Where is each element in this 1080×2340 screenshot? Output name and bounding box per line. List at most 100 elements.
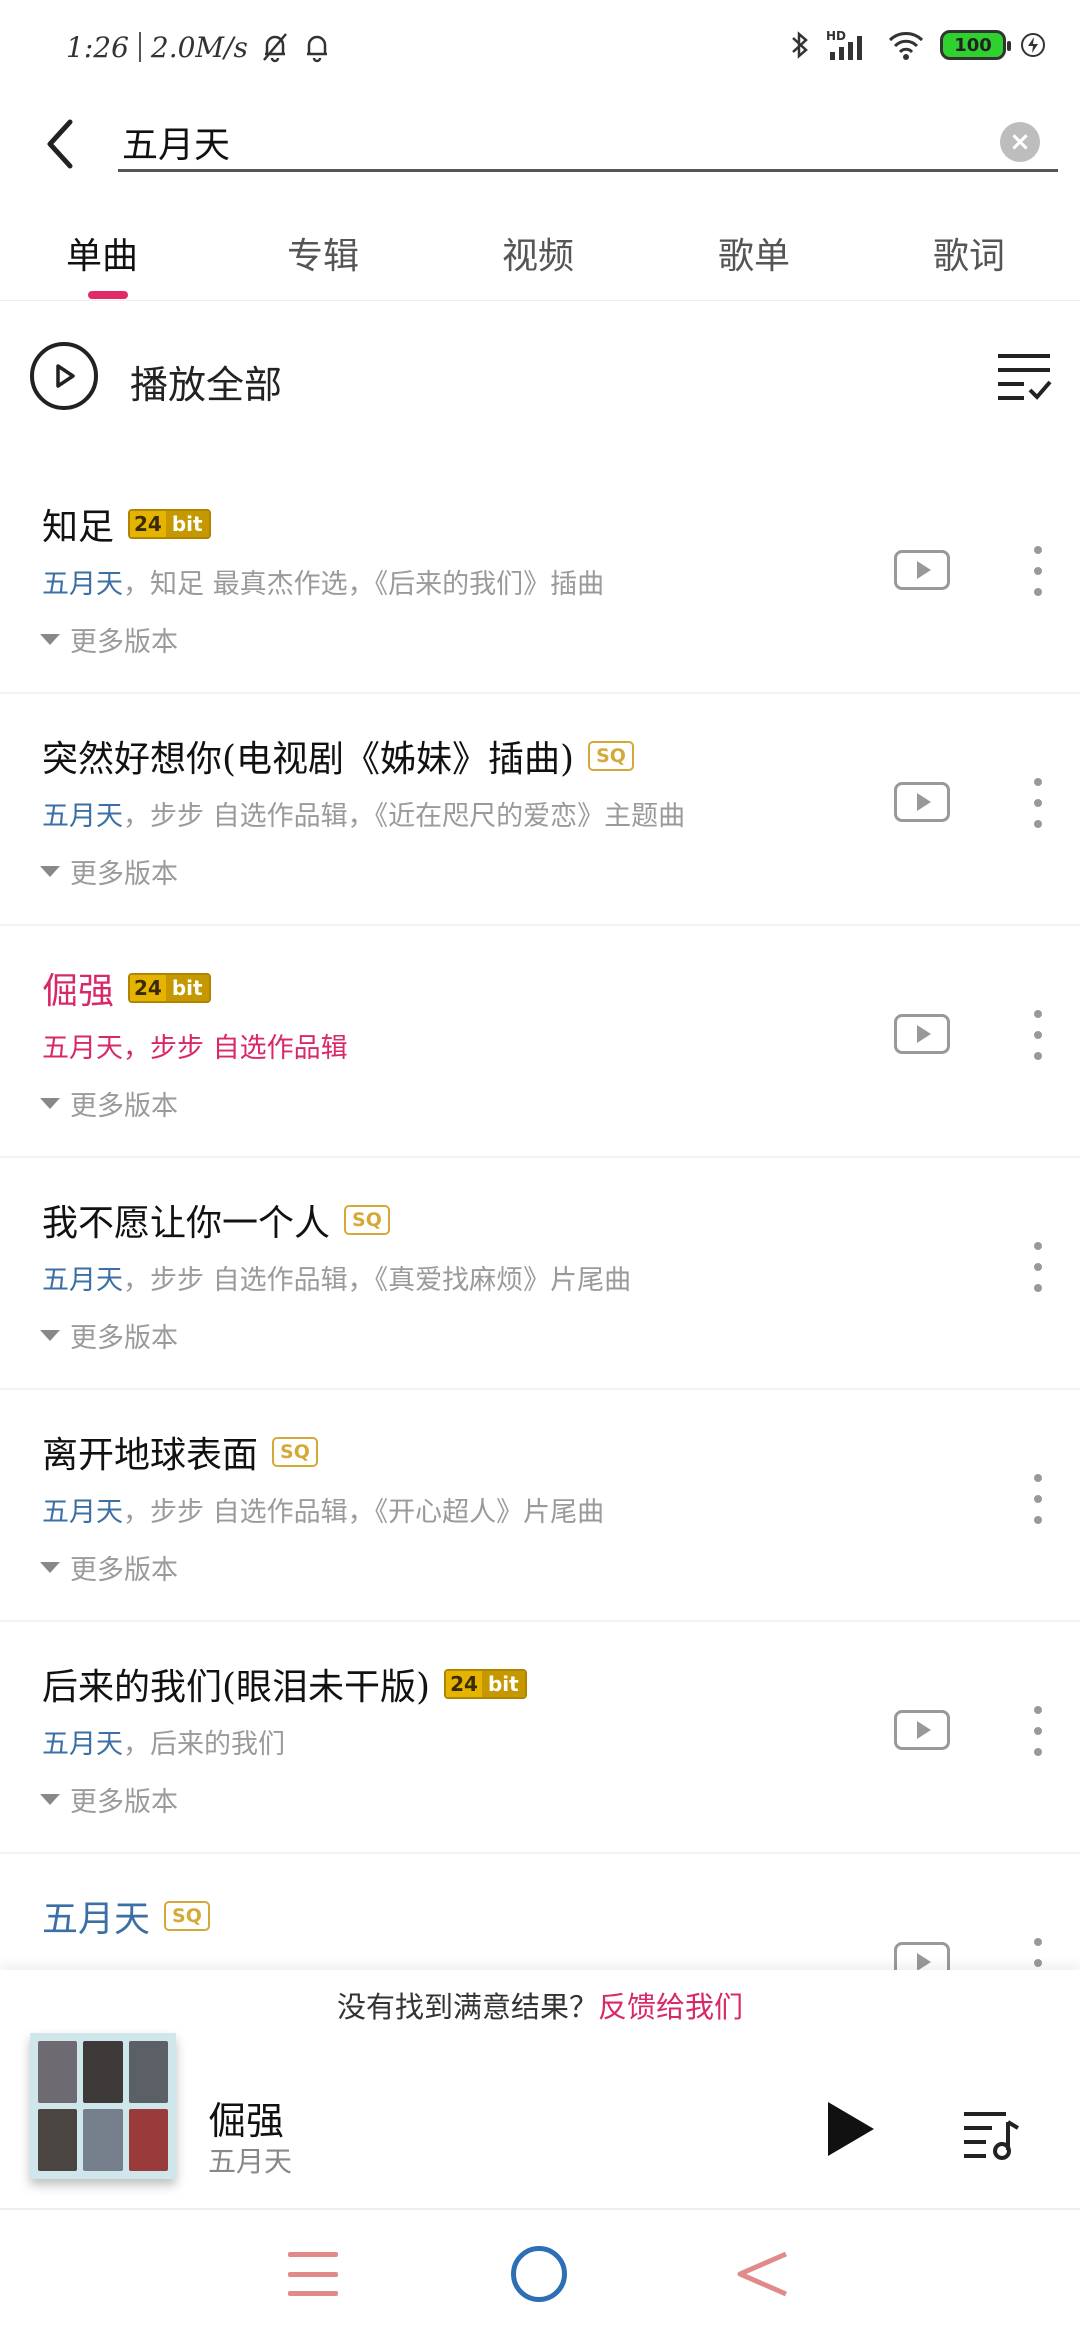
mv-video-icon[interactable] bbox=[894, 1710, 950, 1750]
play-triangle-icon bbox=[56, 364, 75, 388]
play-icon[interactable] bbox=[828, 2102, 874, 2156]
battery-icon: 100 bbox=[940, 30, 1011, 60]
song-detail: ，步步 自选作品辑，《近在咫尺的爱恋》主题曲 bbox=[123, 801, 686, 832]
song-subtitle: 五月天，步步 自选作品辑，《近在咫尺的爱恋》主题曲 bbox=[42, 794, 685, 833]
caret-down-icon bbox=[40, 1562, 60, 1573]
hires-badge: 24 bit bbox=[444, 1669, 527, 1699]
song-title-line: 我不愿让你一个人 SQ bbox=[42, 1194, 390, 1246]
tab-singles[interactable]: 单曲 bbox=[66, 227, 138, 279]
song-row[interactable]: 离开地球表面 SQ 五月天，步步 自选作品辑，《开心超人》片尾曲 更多版本 bbox=[0, 1390, 1080, 1622]
badge-bit-part: bit bbox=[165, 975, 209, 1001]
mini-player[interactable]: 倔强 五月天 bbox=[0, 2030, 1080, 2210]
mv-video-icon[interactable] bbox=[894, 1942, 950, 1970]
wifi-icon bbox=[888, 32, 924, 60]
more-versions-label: 更多版本 bbox=[70, 859, 178, 890]
song-subtitle: 五月天，步步 自选作品辑，《开心超人》片尾曲 bbox=[42, 1490, 604, 1529]
nav-back-icon[interactable] bbox=[732, 2244, 792, 2304]
tab-lyrics[interactable]: 歌词 bbox=[933, 227, 1005, 279]
more-versions[interactable]: 更多版本 bbox=[40, 1548, 178, 1587]
song-row[interactable]: 突然好想你(电视剧《姊妹》插曲) SQ 五月天，步步 自选作品辑，《近在咫尺的爱… bbox=[0, 694, 1080, 926]
song-artist[interactable]: 五月天 bbox=[42, 801, 123, 832]
sq-badge: SQ bbox=[272, 1437, 318, 1467]
system-nav-bar bbox=[0, 2212, 1080, 2340]
song-detail: ，知足 最真杰作选，《后来的我们》插曲 bbox=[123, 569, 605, 600]
song-detail: ，步步 自选作品辑 bbox=[123, 1033, 348, 1064]
feedback-link[interactable]: 反馈给我们 bbox=[598, 1990, 743, 2024]
player-artist: 五月天 bbox=[208, 2145, 293, 2178]
song-row[interactable]: 我不愿让你一个人 SQ 五月天，步步 自选作品辑，《真爱找麻烦》片尾曲 更多版本 bbox=[0, 1158, 1080, 1390]
song-artist[interactable]: 五月天 bbox=[42, 1033, 123, 1064]
song-row[interactable]: 五月天 SQ bbox=[0, 1854, 1080, 1970]
player-song-title: 倔强 bbox=[208, 2099, 285, 2143]
song-title: 倔强 bbox=[42, 971, 115, 1012]
song-title-line: 离开地球表面 SQ bbox=[42, 1426, 318, 1478]
song-subtitle: 五月天，后来的我们 bbox=[42, 1722, 285, 1761]
search-field[interactable]: 五月天 × bbox=[118, 110, 1058, 172]
song-artist[interactable]: 五月天 bbox=[42, 1497, 123, 1528]
badge-bit-part: bit bbox=[165, 511, 209, 537]
more-options-icon[interactable] bbox=[1026, 1242, 1050, 1292]
song-row[interactable]: 知足 24 bit 五月天，知足 最真杰作选，《后来的我们》插曲 更多版本 bbox=[0, 462, 1080, 694]
song-title: 五月天 bbox=[42, 1899, 151, 1940]
caret-down-icon bbox=[40, 1794, 60, 1805]
tab-albums[interactable]: 专辑 bbox=[287, 227, 359, 279]
hd-signal-icon: HD bbox=[826, 29, 862, 60]
more-options-icon[interactable] bbox=[1026, 1706, 1050, 1756]
status-bar: 1:26 2.0M/s HD 100 bbox=[0, 0, 1080, 100]
search-tabs: 单曲 专辑 视频 歌单 歌词 bbox=[0, 215, 1080, 301]
status-right: HD 100 bbox=[790, 28, 1046, 62]
song-row[interactable]: 后来的我们(眼泪未干版) 24 bit 五月天，后来的我们 更多版本 bbox=[0, 1622, 1080, 1854]
mute-bell-icon bbox=[262, 33, 287, 63]
song-artist[interactable]: 五月天 bbox=[42, 569, 123, 600]
more-versions-label: 更多版本 bbox=[70, 627, 178, 658]
mv-video-icon[interactable] bbox=[894, 550, 950, 590]
nav-home-icon[interactable] bbox=[511, 2246, 567, 2302]
song-list: 知足 24 bit 五月天，知足 最真杰作选，《后来的我们》插曲 更多版本 突然好… bbox=[0, 462, 1080, 1970]
more-versions-label: 更多版本 bbox=[70, 1323, 178, 1354]
song-row-playing[interactable]: 倔强 24 bit 五月天，步步 自选作品辑 更多版本 bbox=[0, 926, 1080, 1158]
more-versions[interactable]: 更多版本 bbox=[40, 620, 178, 659]
mv-play-glyph bbox=[916, 793, 931, 811]
play-all-row[interactable]: 播放全部 bbox=[0, 320, 1080, 440]
more-options-icon[interactable] bbox=[1026, 1010, 1050, 1060]
tab-playlists[interactable]: 歌单 bbox=[718, 227, 790, 279]
more-options-icon[interactable] bbox=[1026, 546, 1050, 596]
more-options-icon[interactable] bbox=[1026, 778, 1050, 828]
more-options-icon[interactable] bbox=[1026, 1474, 1050, 1524]
song-title-line: 知足 24 bit bbox=[42, 498, 211, 550]
list-check-icon[interactable] bbox=[996, 350, 1052, 404]
song-title: 我不愿让你一个人 bbox=[42, 1203, 331, 1244]
more-versions[interactable]: 更多版本 bbox=[40, 1780, 178, 1819]
play-all-label[interactable]: 播放全部 bbox=[130, 354, 282, 409]
mv-play-glyph bbox=[916, 1721, 931, 1739]
song-title: 后来的我们(眼泪未干版) bbox=[42, 1667, 431, 1708]
tab-videos[interactable]: 视频 bbox=[502, 227, 574, 279]
more-versions[interactable]: 更多版本 bbox=[40, 1084, 178, 1123]
song-subtitle: 五月天，步步 自选作品辑 bbox=[42, 1026, 348, 1065]
status-left: 1:26 2.0M/s bbox=[66, 30, 332, 64]
clear-icon[interactable]: × bbox=[1000, 122, 1040, 162]
song-title: 离开地球表面 bbox=[42, 1435, 259, 1476]
caret-down-icon bbox=[40, 634, 60, 645]
mv-video-icon[interactable] bbox=[894, 782, 950, 822]
more-versions-label: 更多版本 bbox=[70, 1091, 178, 1122]
back-button[interactable] bbox=[30, 114, 90, 174]
song-artist[interactable]: 五月天 bbox=[42, 1265, 123, 1296]
song-title-line: 五月天 SQ bbox=[42, 1890, 210, 1942]
nav-menu-icon[interactable] bbox=[288, 2252, 338, 2296]
more-options-icon[interactable] bbox=[1026, 1938, 1050, 1970]
hires-badge: 24 bit bbox=[128, 973, 211, 1003]
sq-badge: SQ bbox=[344, 1205, 390, 1235]
play-circle-icon[interactable] bbox=[30, 342, 98, 410]
badge-24-part: 24 bbox=[130, 975, 166, 1001]
more-versions[interactable]: 更多版本 bbox=[40, 852, 178, 891]
song-title: 突然好想你(电视剧《姊妹》插曲) bbox=[42, 739, 575, 780]
album-art[interactable] bbox=[30, 2033, 176, 2179]
search-header: 五月天 × bbox=[0, 100, 1080, 190]
song-artist[interactable]: 五月天 bbox=[42, 1729, 123, 1760]
sq-badge: SQ bbox=[588, 741, 634, 771]
playlist-icon[interactable] bbox=[962, 2108, 1020, 2160]
more-versions[interactable]: 更多版本 bbox=[40, 1316, 178, 1355]
search-input[interactable]: 五月天 bbox=[122, 116, 230, 168]
mv-video-icon[interactable] bbox=[894, 1014, 950, 1054]
